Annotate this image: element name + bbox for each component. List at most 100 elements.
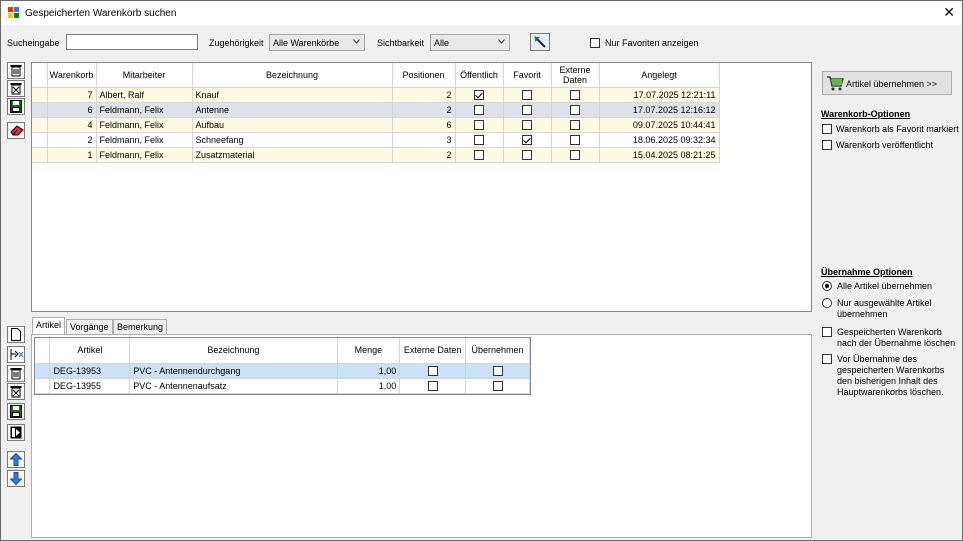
articles-tab-panel: Artikel Bezeichnung Menge Externe Daten … <box>31 334 812 538</box>
extern-checkbox[interactable] <box>570 149 580 160</box>
table-row[interactable]: 6 Feldmann, Felix Antenne 2 17.07.2025 12:16… <box>32 102 720 118</box>
favorit-checkbox[interactable] <box>522 119 532 130</box>
col-bezeichnung[interactable]: Bezeichnung <box>192 63 393 88</box>
dialog-window: Gespeicherten Warenkorb suchen ✕ Suchein… <box>0 0 963 541</box>
col-article-bezeichnung[interactable]: Bezeichnung <box>129 338 338 364</box>
favorit-checkbox[interactable] <box>522 89 532 100</box>
oeffentlich-checkbox[interactable] <box>474 119 484 130</box>
sichtbarkeit-select[interactable]: Alle <box>430 34 510 51</box>
takeover-options-header: Übernahme Optionen <box>821 267 913 277</box>
oeffentlich-checkbox[interactable] <box>474 149 484 160</box>
move-down-button[interactable] <box>7 470 25 487</box>
split-icon <box>10 349 24 360</box>
cell-warenkorb: 6 <box>47 102 97 118</box>
take-articles-label: Artikel übernehmen >> <box>846 79 938 89</box>
zugehoerigkeit-select[interactable]: Alle Warenkörbe <box>269 34 365 51</box>
cell-menge: 1,00 <box>337 378 401 394</box>
row-header <box>32 132 48 148</box>
cell-warenkorb: 4 <box>47 117 97 133</box>
row-header-corner <box>32 63 48 88</box>
col-mitarbeiter[interactable]: Mitarbeiter <box>96 63 193 88</box>
search-label: Sucheingabe <box>7 38 60 48</box>
cell-artikel: DEG-13955 <box>49 378 131 394</box>
chevron-down-icon <box>353 39 360 44</box>
favorit-checkbox[interactable] <box>522 134 532 145</box>
favorit-checkbox[interactable] <box>522 104 532 115</box>
delete-all-articles-button[interactable] <box>7 383 25 400</box>
eraser-button[interactable] <box>7 122 25 139</box>
table-row[interactable]: 7 Albert, Ralf Knauf 2 17.07.2025 12:21:11 <box>32 87 720 103</box>
col-favorit[interactable]: Favorit <box>503 63 552 88</box>
cell-positionen: 2 <box>392 147 456 163</box>
uebernehmen-checkbox[interactable] <box>492 365 503 376</box>
export-button[interactable] <box>7 424 25 441</box>
col-warenkorb[interactable]: Warenkorb <box>47 63 97 88</box>
close-icon[interactable]: ✕ <box>943 5 955 19</box>
favoriten-check[interactable] <box>590 38 600 48</box>
delete-after-check[interactable] <box>822 327 832 337</box>
save-button[interactable] <box>7 98 25 115</box>
cell-oeffentlich <box>455 87 504 103</box>
radio-all-articles-button[interactable] <box>822 281 832 291</box>
table-row[interactable]: 1 Feldmann, Felix Zusatzmaterial 2 15.04.202… <box>32 147 720 163</box>
uebernehmen-checkbox[interactable] <box>492 380 503 391</box>
extern-checkbox[interactable] <box>427 365 438 376</box>
cell-oeffentlich <box>455 132 504 148</box>
col-angelegt[interactable]: Angelegt <box>599 63 720 88</box>
article-grid: Artikel Bezeichnung Menge Externe Daten … <box>34 337 531 395</box>
chevron-down-icon <box>498 39 505 44</box>
table-row[interactable]: 4 Feldmann, Felix Aufbau 6 09.07.2025 10:44:… <box>32 117 720 133</box>
table-row[interactable]: 2 Feldmann, Felix Schneefang 3 18.06.2025 09… <box>32 132 720 148</box>
col-positionen[interactable]: Positionen <box>392 63 456 88</box>
col-externe-daten[interactable]: Externe Daten <box>551 63 600 88</box>
extern-checkbox[interactable] <box>427 380 438 391</box>
table-row[interactable]: DEG-13955 PVC - Antennenaufsatz 1,00 <box>35 378 530 394</box>
search-input[interactable] <box>66 34 198 50</box>
delete-after-option[interactable]: Gespeicherten Warenkorb nach der Übernah… <box>822 327 962 349</box>
delete-button[interactable] <box>7 62 25 79</box>
oeffentlich-checkbox[interactable] <box>474 89 484 100</box>
new-button[interactable] <box>7 326 25 343</box>
table-row[interactable]: DEG-13953 PVC - Antennendurchgang 1,00 <box>35 363 530 379</box>
clear-before-option[interactable]: Vor Übernahme des gespeicherten Warenkor… <box>822 354 962 399</box>
title-bar: Gespeicherten Warenkorb suchen ✕ <box>1 1 962 25</box>
filter-tool-button[interactable] <box>530 33 550 51</box>
move-up-button[interactable] <box>7 451 25 468</box>
favorit-checkbox[interactable] <box>522 149 532 160</box>
cell-favorit <box>503 147 552 163</box>
favorit-option-check[interactable] <box>822 124 832 134</box>
radio-selected-articles[interactable]: Nur ausgewählte Artikel übernehmen <box>822 298 962 320</box>
radio-selected-articles-button[interactable] <box>822 298 832 308</box>
cell-positionen: 6 <box>392 117 456 133</box>
tab-vorgaenge[interactable]: Vorgänge <box>66 319 113 334</box>
row-header-corner <box>35 338 51 364</box>
cell-positionen: 2 <box>392 102 456 118</box>
oeffentlich-checkbox[interactable] <box>474 134 484 145</box>
take-articles-button[interactable]: Artikel übernehmen >> <box>822 71 952 95</box>
delete-article-button[interactable] <box>7 365 25 382</box>
col-artikel[interactable]: Artikel <box>49 338 131 364</box>
cell-oeffentlich <box>455 117 504 133</box>
public-option-check[interactable] <box>822 140 832 150</box>
col-menge[interactable]: Menge <box>337 338 401 364</box>
tab-bemerkung[interactable]: Bemerkung <box>113 319 168 334</box>
extern-checkbox[interactable] <box>570 104 580 115</box>
clear-before-check[interactable] <box>822 354 832 364</box>
split-button[interactable] <box>7 346 25 363</box>
extern-checkbox[interactable] <box>570 134 580 145</box>
extern-checkbox[interactable] <box>570 119 580 130</box>
cell-mitarbeiter: Feldmann, Felix <box>96 102 193 118</box>
save-articles-button[interactable] <box>7 403 25 420</box>
oeffentlich-checkbox[interactable] <box>474 104 484 115</box>
delete-all-button[interactable] <box>7 80 25 97</box>
col-uebernehmen[interactable]: Übernehmen <box>465 338 530 364</box>
extern-checkbox[interactable] <box>570 89 580 100</box>
col-article-externe-daten[interactable]: Externe Daten <box>399 338 467 364</box>
cell-favorit <box>503 102 552 118</box>
row-header <box>32 102 48 118</box>
arrow-down-icon <box>10 472 22 485</box>
col-oeffentlich[interactable]: Öffentlich <box>455 63 504 88</box>
tab-artikel[interactable]: Artikel <box>32 317 66 334</box>
trash-x-icon <box>10 386 22 398</box>
cell-warenkorb: 2 <box>47 132 97 148</box>
